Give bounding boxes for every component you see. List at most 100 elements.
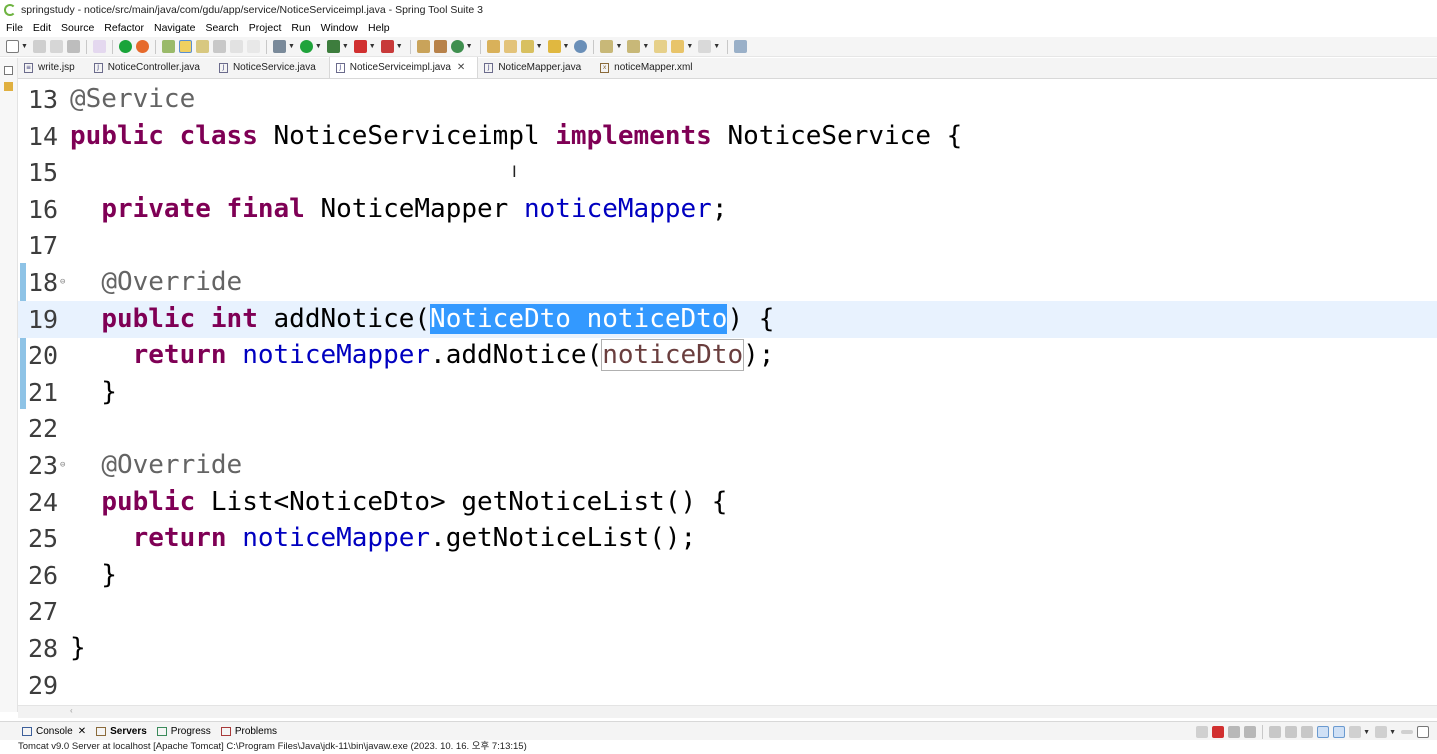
coverage-dropdown-icon[interactable]: ▼ <box>342 43 349 50</box>
new-package-icon[interactable] <box>433 40 447 53</box>
code-line[interactable]: 18 ⊖ @Override <box>18 264 1437 301</box>
code-line[interactable]: 22 <box>18 410 1437 447</box>
external-tools-dropdown-icon[interactable]: ▼ <box>396 43 403 50</box>
previous-annotation-icon[interactable] <box>627 40 641 53</box>
refresh-icon[interactable] <box>135 40 149 53</box>
code-line[interactable]: 27 <box>18 593 1437 630</box>
fold-toggle-icon[interactable]: ⊖ <box>60 264 65 301</box>
stop-icon[interactable] <box>353 40 367 53</box>
save-icon[interactable] <box>32 40 46 53</box>
pin-editor-icon[interactable] <box>734 40 748 53</box>
code-line[interactable]: 16 private final NoticeMapper noticeMapp… <box>18 191 1437 228</box>
open-type-icon[interactable] <box>486 40 500 53</box>
maximize-icon[interactable] <box>1417 726 1429 738</box>
open-folder-dropdown-icon[interactable]: ▼ <box>563 43 570 50</box>
globe-icon[interactable] <box>574 40 588 53</box>
menu-edit[interactable]: Edit <box>33 22 51 34</box>
remove-launch-icon[interactable] <box>1228 726 1241 738</box>
last-edit-location-icon[interactable] <box>654 40 668 53</box>
pilcrow-icon[interactable] <box>246 40 260 53</box>
tab-notice-service-java[interactable]: J NoticeService.java <box>213 57 329 78</box>
open-console-dropdown-icon[interactable]: ▼ <box>1389 729 1396 736</box>
code-line[interactable]: 15 <box>18 154 1437 191</box>
external-tools-icon[interactable] <box>380 40 394 53</box>
horizontal-scrollbar[interactable]: ‹ <box>18 705 1437 718</box>
remove-all-terminated-icon[interactable] <box>1244 726 1257 738</box>
next-annotation-dropdown-icon[interactable]: ▼ <box>615 43 622 50</box>
minimize-icon[interactable] <box>1401 730 1413 734</box>
code-line[interactable]: 17 <box>18 227 1437 264</box>
forward-icon[interactable] <box>698 40 712 53</box>
close-console-icon[interactable]: ✕ <box>78 726 86 737</box>
scroll-lock-icon[interactable] <box>1285 726 1298 738</box>
search-dropdown-icon[interactable]: ▼ <box>536 43 543 50</box>
new-dropdown-icon[interactable]: ▼ <box>21 43 28 50</box>
tab-write-jsp[interactable]: ≡ write.jsp <box>18 57 88 78</box>
tab-problems[interactable]: Problems <box>220 726 277 737</box>
restore-icon[interactable] <box>4 66 13 75</box>
code-line[interactable]: 23 ⊖ @Override <box>18 447 1437 484</box>
code-line[interactable]: 21 } <box>18 374 1437 411</box>
toggle-mark-occurrences-icon[interactable] <box>178 40 192 53</box>
spring-icon[interactable] <box>161 40 175 53</box>
tab-notice-serviceimpl-java[interactable]: J NoticeServiceimpl.java ✕ <box>328 57 479 78</box>
menu-run[interactable]: Run <box>291 22 310 34</box>
menu-navigate[interactable]: Navigate <box>154 22 195 34</box>
code-line[interactable]: 20 return noticeMapper.addNotice(noticeD… <box>18 337 1437 374</box>
word-wrap-icon[interactable] <box>1301 726 1314 738</box>
tab-notice-mapper-xml[interactable]: x noticeMapper.xml <box>594 57 705 78</box>
code-line[interactable]: 29 <box>18 667 1437 704</box>
code-line[interactable]: 13 @Service <box>18 81 1437 118</box>
display-console-dropdown-icon[interactable]: ▼ <box>1363 729 1370 736</box>
menu-project[interactable]: Project <box>249 22 282 34</box>
menu-source[interactable]: Source <box>61 22 94 34</box>
code-line[interactable]: 26 } <box>18 557 1437 594</box>
tab-console[interactable]: Console ✕ <box>22 726 86 737</box>
save-all-icon[interactable] <box>49 40 63 53</box>
start-server-icon[interactable] <box>118 40 132 53</box>
open-task-icon[interactable] <box>503 40 517 53</box>
word-wrap-icon[interactable] <box>212 40 226 53</box>
disconnect-icon[interactable] <box>1196 726 1209 738</box>
print-icon[interactable] <box>66 40 80 53</box>
code-line[interactable]: 25 return noticeMapper.getNoticeList(); <box>18 520 1437 557</box>
open-folder-icon[interactable] <box>547 40 561 53</box>
menu-window[interactable]: Window <box>321 22 358 34</box>
new-class-dropdown-icon[interactable]: ▼ <box>466 43 473 50</box>
forward-dropdown-icon[interactable]: ▼ <box>713 43 720 50</box>
tab-notice-mapper-java[interactable]: J NoticeMapper.java <box>478 57 594 78</box>
code-line[interactable]: 14 public class NoticeServiceimpl impleme… <box>18 118 1437 155</box>
search-icon[interactable] <box>520 40 534 53</box>
code-editor[interactable]: 13 @Service 14 public class NoticeServiceim… <box>18 79 1437 705</box>
new-java-project-icon[interactable] <box>416 40 430 53</box>
next-annotation-icon[interactable] <box>600 40 614 53</box>
pin-console-icon[interactable] <box>1349 726 1362 738</box>
skip-breakpoints-icon[interactable] <box>92 40 106 53</box>
menu-refactor[interactable]: Refactor <box>104 22 144 34</box>
code-line[interactable]: 19 public int addNotice(NoticeDto notice… <box>18 300 1437 338</box>
terminate-icon[interactable] <box>1212 726 1225 738</box>
show-on-stdout-icon[interactable] <box>1317 726 1330 738</box>
menu-help[interactable]: Help <box>368 22 390 34</box>
back-icon[interactable] <box>671 40 685 53</box>
code-line[interactable]: 24 public List<NoticeDto> getNoticeList(… <box>18 484 1437 521</box>
show-on-stderr-icon[interactable] <box>1333 726 1346 738</box>
fold-toggle-icon[interactable]: ⊖ <box>60 447 65 484</box>
new-icon[interactable] <box>6 40 19 53</box>
debug-dropdown-icon[interactable]: ▼ <box>288 43 295 50</box>
outline-icon[interactable] <box>4 82 13 91</box>
close-tab-icon[interactable]: ✕ <box>457 62 465 73</box>
open-console-icon[interactable] <box>1375 726 1388 738</box>
menu-search[interactable]: Search <box>205 22 238 34</box>
coverage-icon[interactable] <box>326 40 340 53</box>
stop-dropdown-icon[interactable]: ▼ <box>369 43 376 50</box>
tab-progress[interactable]: Progress <box>156 726 211 737</box>
run-icon[interactable] <box>299 40 313 53</box>
block-selection-icon[interactable] <box>195 40 209 53</box>
tab-notice-controller-java[interactable]: J NoticeController.java <box>88 57 213 78</box>
back-dropdown-icon[interactable]: ▼ <box>686 43 693 50</box>
new-class-icon[interactable] <box>450 40 464 53</box>
code-line[interactable]: 28} <box>18 630 1437 667</box>
previous-annotation-dropdown-icon[interactable]: ▼ <box>642 43 649 50</box>
clear-console-icon[interactable] <box>1269 726 1282 738</box>
